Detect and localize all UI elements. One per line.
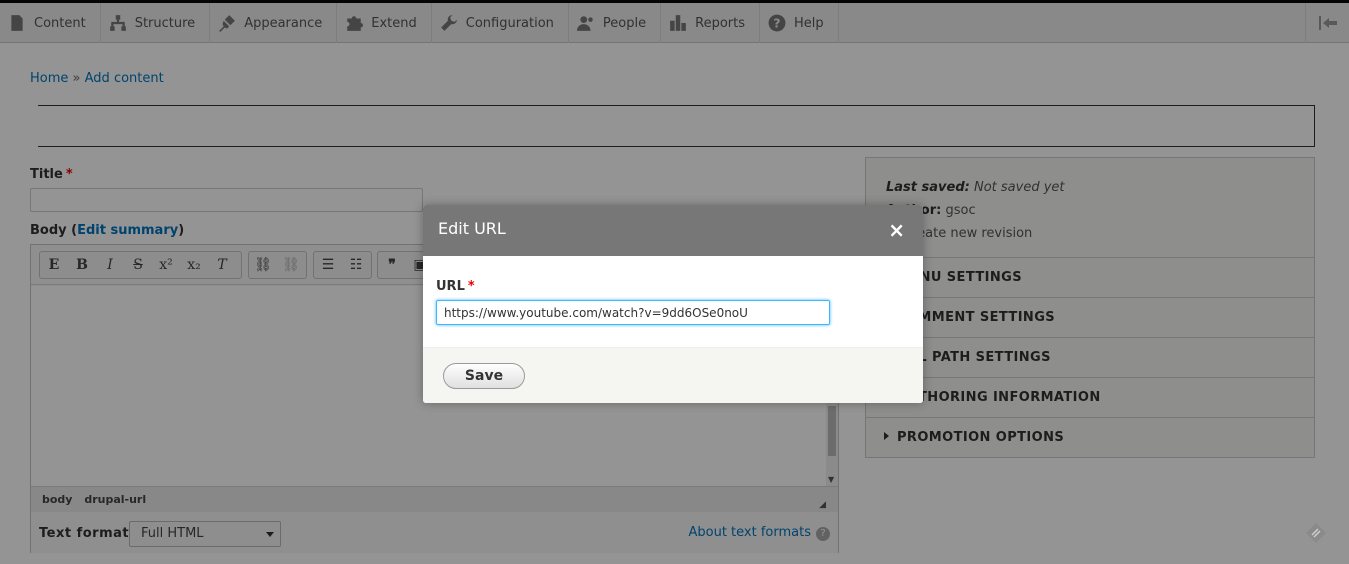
dialog-footer: Save <box>423 347 923 403</box>
tour-diamond-icon[interactable] <box>1305 522 1327 544</box>
url-input[interactable] <box>436 300 830 325</box>
url-label-text: URL <box>436 279 465 294</box>
edit-url-dialog: Edit URL × URL* Save <box>423 205 923 403</box>
dialog-title: Edit URL <box>438 219 506 238</box>
save-button[interactable]: Save <box>443 363 525 389</box>
dialog-header: Edit URL × <box>423 205 923 256</box>
close-icon[interactable]: × <box>888 218 905 242</box>
dialog-body: URL * <box>423 256 923 347</box>
url-label: URL * <box>436 279 475 294</box>
required-marker: * <box>467 279 475 294</box>
